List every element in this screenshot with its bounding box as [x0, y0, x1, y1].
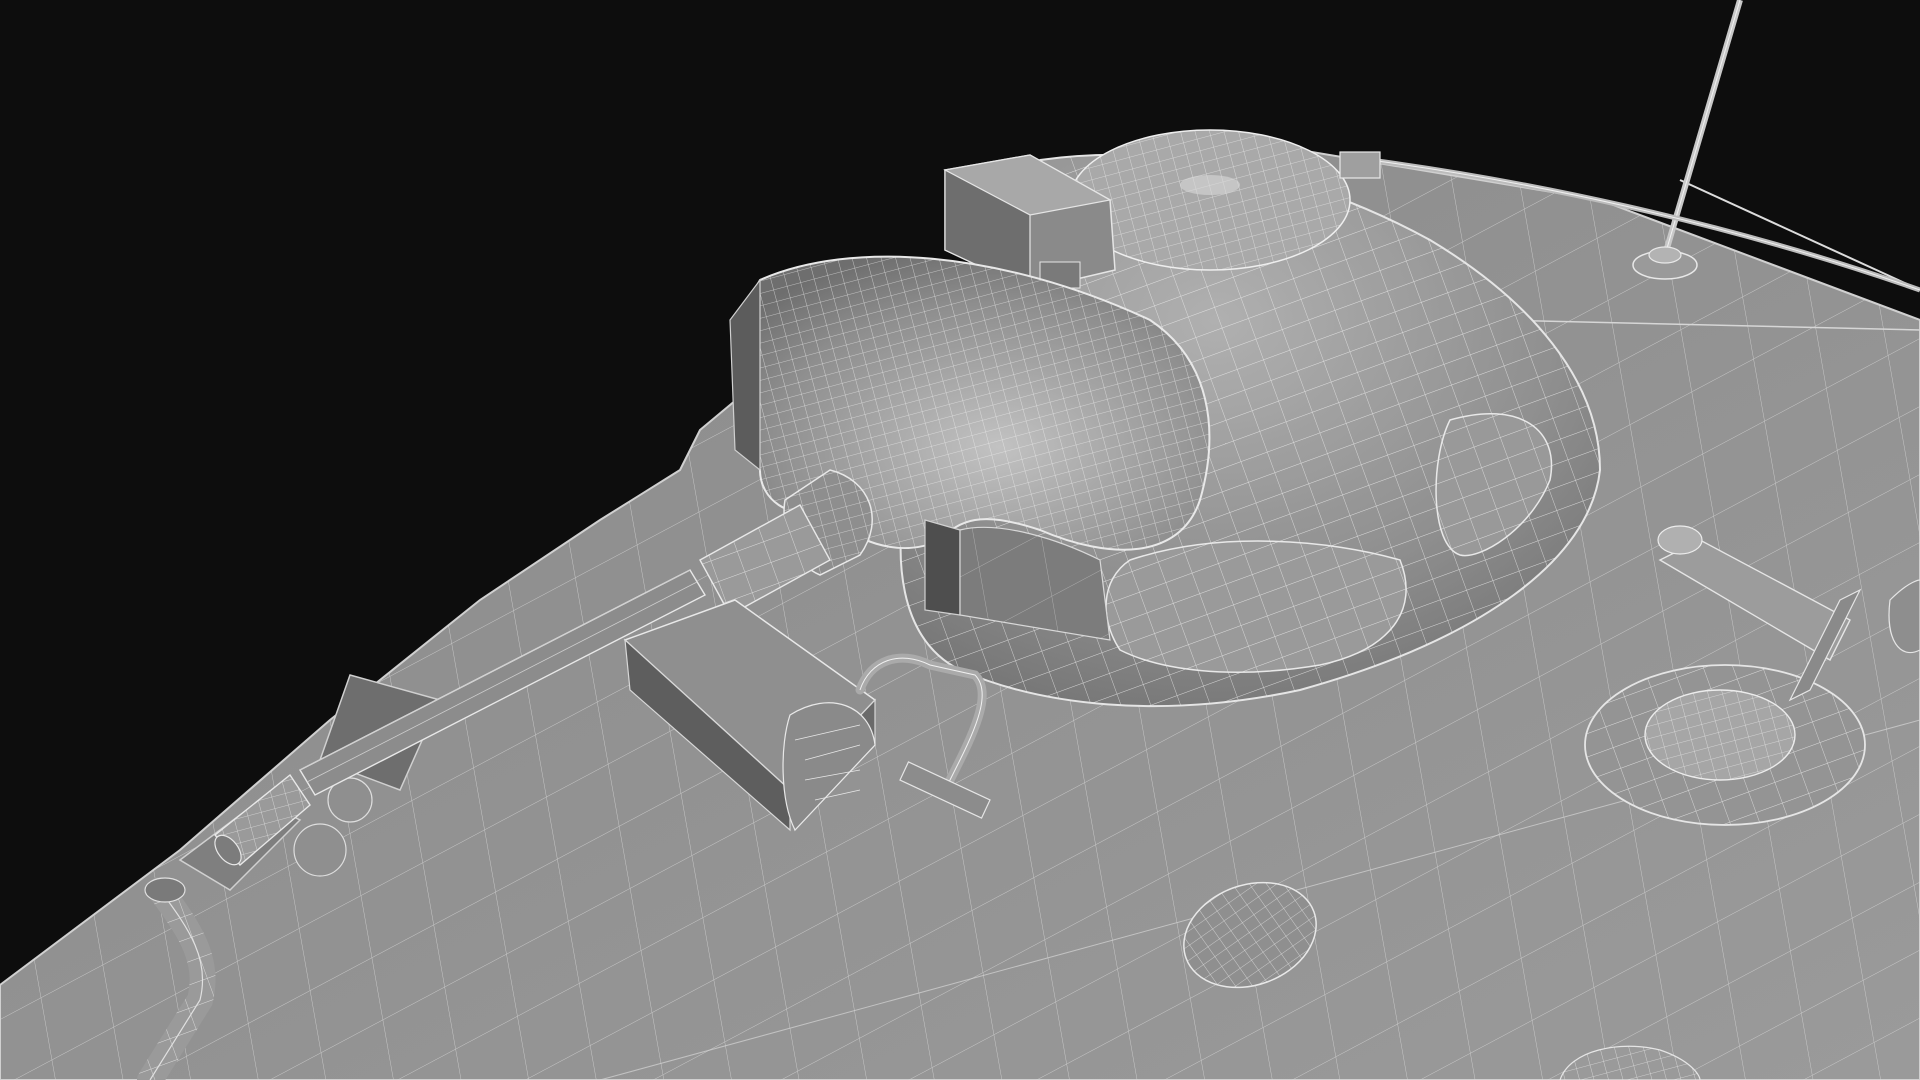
wireframe-scene	[0, 0, 1920, 1080]
render-viewport	[0, 0, 1920, 1080]
